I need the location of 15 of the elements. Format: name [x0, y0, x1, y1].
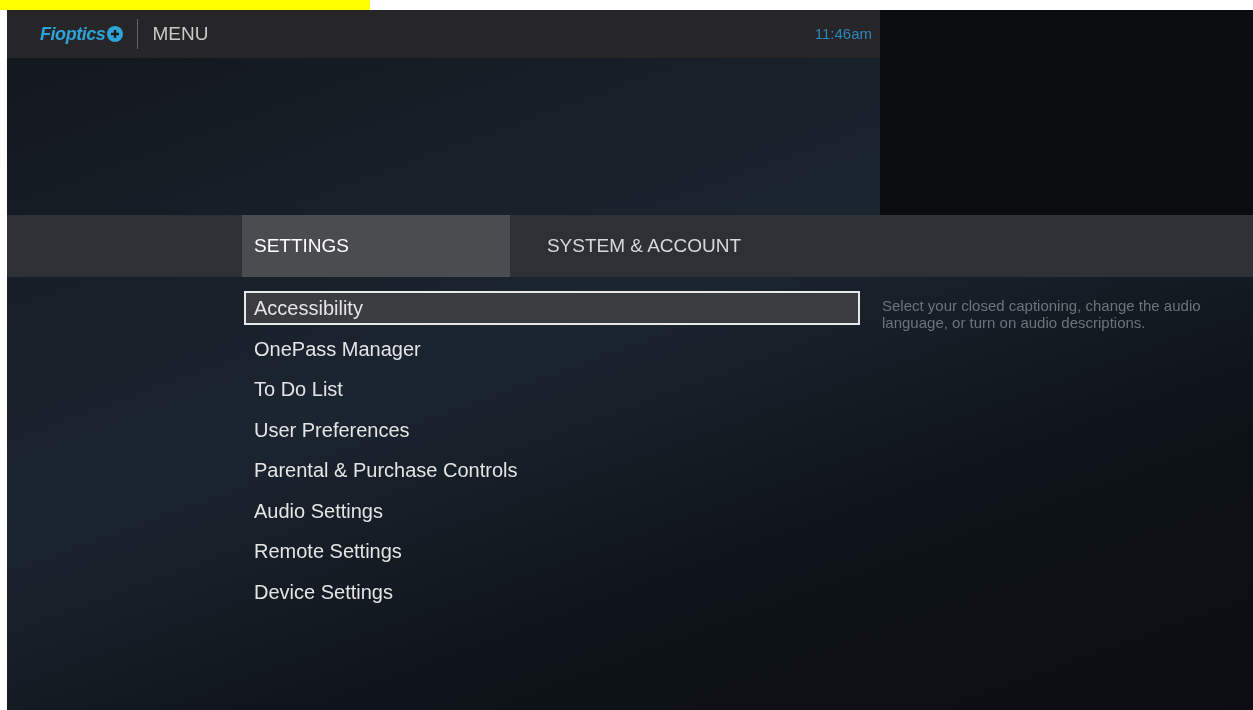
menu-item[interactable]: Accessibility [244, 291, 860, 325]
plus-icon [107, 26, 124, 42]
logo: Fioptics [40, 22, 106, 46]
item-description: Select your closed captioning, change the audio language, or turn on audio descriptions. [882, 296, 1202, 333]
page-title: MENU [152, 21, 209, 46]
tab[interactable]: SETTINGS [242, 215, 510, 277]
menu-item[interactable]: To Do List [244, 372, 860, 406]
clock-time: 11:46am [814, 23, 872, 44]
menu-item[interactable]: Remote Settings [244, 534, 860, 568]
tab[interactable]: SYSTEM & ACCOUNT [510, 215, 778, 277]
menu-item[interactable]: User Preferences [244, 412, 860, 447]
menu-item[interactable]: Device Settings [244, 574, 860, 609]
menu-item[interactable]: OnePass Manager [244, 331, 860, 366]
menu-item[interactable]: Audio Settings [244, 493, 860, 528]
menu-item[interactable]: Parental & Purchase Controls [244, 453, 860, 487]
